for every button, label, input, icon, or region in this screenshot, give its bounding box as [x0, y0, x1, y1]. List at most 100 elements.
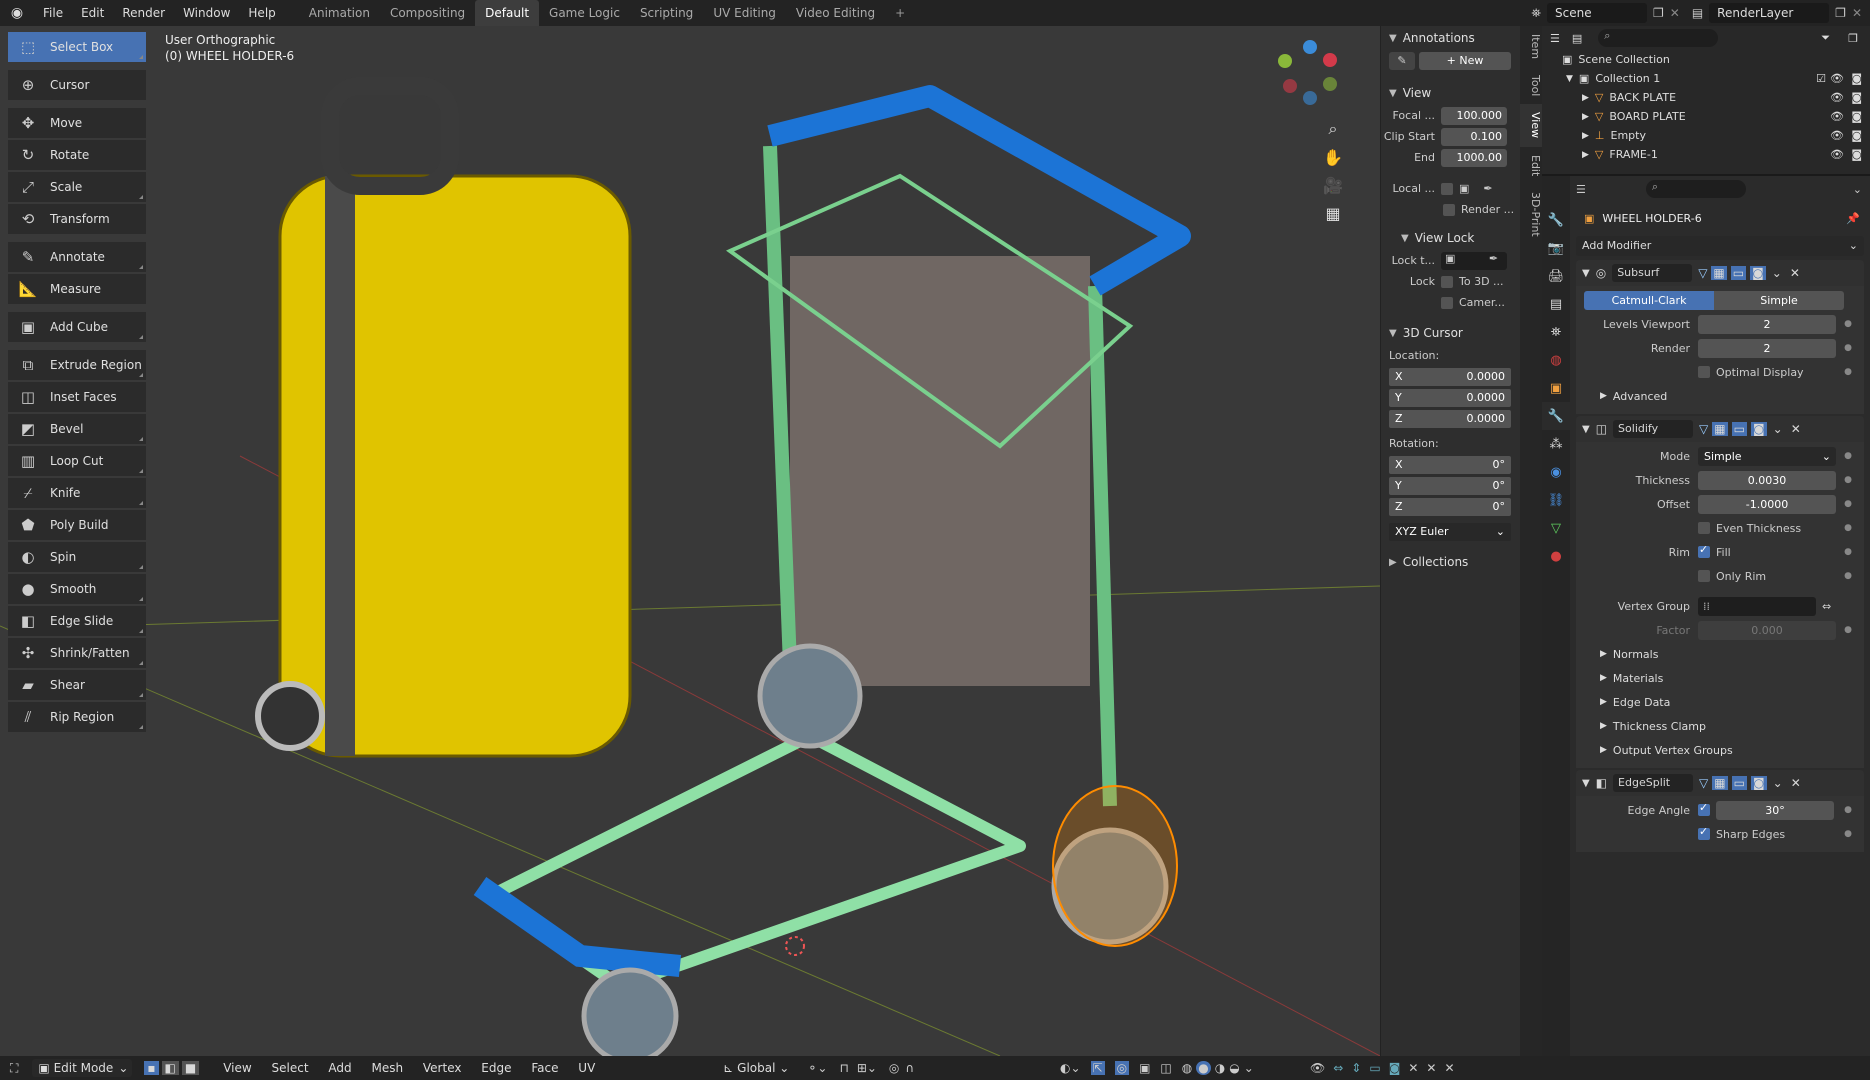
- tab-video-editing[interactable]: Video Editing: [786, 0, 885, 26]
- close-icon[interactable]: ✕: [1444, 1061, 1454, 1075]
- edge-data-subpanel[interactable]: ▶ Edge Data: [1576, 690, 1864, 714]
- face-select-icon[interactable]: ■: [181, 1061, 200, 1075]
- view-header[interactable]: ▼ View: [1381, 81, 1520, 105]
- keyframe-dot-icon[interactable]: ●: [1844, 475, 1852, 485]
- chevron-down-icon[interactable]: ⌄: [1772, 266, 1782, 280]
- falloff-icon[interactable]: ∩: [905, 1061, 914, 1075]
- keyframe-dot-icon[interactable]: ●: [1844, 319, 1852, 329]
- rotation-mode-dropdown[interactable]: XYZ Euler ⌄: [1389, 522, 1511, 541]
- fill-rim-checkbox[interactable]: [1698, 543, 1710, 558]
- catmull-clark-button[interactable]: Catmull-Clark: [1584, 290, 1714, 310]
- gizmo-toggle-icon[interactable]: ⇱: [1090, 1061, 1105, 1075]
- vertex-group-field[interactable]: ⁞⁞: [1698, 596, 1816, 616]
- menu-vertex[interactable]: Vertex: [415, 1061, 470, 1075]
- viewport-toggle-icon[interactable]: ▭: [1731, 422, 1747, 436]
- add-workspace-icon[interactable]: +: [885, 0, 915, 26]
- layer-close-icon[interactable]: ✕: [1852, 6, 1862, 20]
- tool-rip-region[interactable]: ⫽ Rip Region: [8, 702, 146, 734]
- tool-select-box[interactable]: ⬚ Select Box: [8, 32, 146, 64]
- annotations-header[interactable]: ▼ Annotations: [1381, 26, 1520, 50]
- modifier-props-icon[interactable]: 🔧: [1542, 402, 1570, 430]
- chevron-down-icon[interactable]: ⌄: [1773, 776, 1783, 790]
- tool-annotate[interactable]: ✎ Annotate: [8, 242, 146, 274]
- eye-icon[interactable]: 👁: [1830, 148, 1844, 161]
- new-annotation-button[interactable]: + New: [1419, 51, 1511, 70]
- xray-toggle-icon[interactable]: ◫: [1160, 1061, 1171, 1075]
- tab-3d-print[interactable]: 3D-Print: [1520, 184, 1542, 245]
- viewport-toggle-icon[interactable]: ▭: [1731, 776, 1747, 790]
- zoom-icon[interactable]: ⌕: [1320, 116, 1346, 142]
- menu-help[interactable]: Help: [239, 0, 284, 26]
- eyedropper-icon[interactable]: ✒: [1489, 252, 1498, 265]
- visibility-icon[interactable]: ◐⌄: [1060, 1061, 1081, 1075]
- camera-view-icon[interactable]: 🎥: [1320, 172, 1346, 198]
- only-rim-checkbox[interactable]: [1698, 570, 1710, 582]
- close-icon[interactable]: ✕: [1791, 776, 1801, 790]
- outliner-item-empty[interactable]: ▶ ⊥ Empty 👁 ◙: [1542, 126, 1870, 145]
- cursor-location-y[interactable]: Y 0.0000: [1389, 388, 1511, 407]
- tool-loop-cut[interactable]: ▥ Loop Cut: [8, 446, 146, 478]
- checkbox-icon[interactable]: ☑: [1816, 72, 1826, 85]
- tool-measure[interactable]: 📐 Measure: [8, 274, 146, 306]
- object-props-icon[interactable]: ▣: [1542, 374, 1570, 402]
- solid-shading-icon[interactable]: ●: [1196, 1061, 1211, 1075]
- tool-props-icon[interactable]: 🔧: [1542, 206, 1570, 234]
- edit-mode-toggle-icon[interactable]: ▽: [1699, 422, 1708, 436]
- tool-extrude-region[interactable]: ⧉ Extrude Region: [8, 350, 146, 382]
- chevron-down-icon[interactable]: ⌄: [1773, 422, 1783, 436]
- close-icon[interactable]: ✕: [1791, 422, 1801, 436]
- 3d-viewport[interactable]: User Orthographic (0) WHEEL HOLDER-6 ⌕ ✋…: [0, 26, 1380, 1056]
- output-vertex-groups-subpanel[interactable]: ▶ Output Vertex Groups: [1576, 738, 1864, 762]
- edge-angle-field[interactable]: 30°: [1716, 800, 1834, 820]
- physics-props-icon[interactable]: ◉: [1542, 458, 1570, 486]
- editor-type-icon[interactable]: ⛶: [10, 1061, 18, 1076]
- filter-icon[interactable]: ⏷: [1821, 31, 1830, 45]
- tool-transform[interactable]: ⟲ Transform: [8, 204, 146, 236]
- tool-scale[interactable]: ⤢ Scale: [8, 172, 146, 204]
- 3d-cursor-header[interactable]: ▼ 3D Cursor: [1381, 321, 1520, 345]
- render-region-checkbox[interactable]: [1443, 203, 1455, 216]
- levels-viewport-field[interactable]: 2: [1698, 314, 1836, 334]
- view-lock-header[interactable]: ▼ View Lock: [1381, 226, 1520, 250]
- close-icon[interactable]: ✕: [1426, 1061, 1436, 1075]
- data-props-icon[interactable]: ▽: [1542, 514, 1570, 542]
- menu-uv[interactable]: UV: [570, 1061, 603, 1075]
- layer-icon[interactable]: ▤: [1692, 6, 1703, 20]
- edgesplit-name-field[interactable]: EdgeSplit: [1613, 774, 1694, 792]
- props-search-input[interactable]: ⌕: [1645, 180, 1746, 198]
- cursor-location-z[interactable]: Z 0.0000: [1389, 409, 1511, 428]
- tool-cursor[interactable]: ⊕ Cursor: [8, 70, 146, 102]
- focal-length-field[interactable]: 100.000: [1441, 106, 1507, 125]
- editor-type-icon[interactable]: ☰: [1576, 183, 1586, 196]
- camera-icon[interactable]: ◙: [1851, 110, 1862, 123]
- materials-subpanel[interactable]: ▶ Materials: [1576, 666, 1864, 690]
- keyframe-dot-icon[interactable]: ●: [1844, 805, 1852, 815]
- scene-collection-row[interactable]: ▣ Scene Collection: [1542, 50, 1870, 69]
- factor-field[interactable]: 0.000: [1698, 620, 1836, 640]
- tab-animation[interactable]: Animation: [299, 0, 380, 26]
- constraints-props-icon[interactable]: ⛓: [1542, 486, 1570, 514]
- render-props-icon[interactable]: 📷: [1542, 234, 1570, 262]
- mode-dropdown[interactable]: ▣ Edit Mode ⌄: [32, 1059, 133, 1077]
- keyframe-dot-icon[interactable]: ●: [1844, 625, 1852, 635]
- editor-type-icon[interactable]: ☰: [1550, 32, 1560, 45]
- annotation-layer-icon[interactable]: ✎: [1389, 51, 1415, 70]
- lock-to-3d-cursor-checkbox[interactable]: [1441, 275, 1453, 288]
- keyframe-dot-icon[interactable]: ●: [1844, 571, 1852, 581]
- lock-object-field[interactable]: ▣ ✒: [1441, 251, 1507, 270]
- cursor-rotation-y[interactable]: Y 0°: [1389, 476, 1511, 495]
- sharp-edges-checkbox[interactable]: [1698, 825, 1710, 840]
- tool-shrink-fatten[interactable]: ✣ Shrink/Fatten: [8, 638, 146, 670]
- menu-select[interactable]: Select: [264, 1061, 317, 1075]
- outliner-item-board-plate[interactable]: ▶ ▽ BOARD PLATE 👁 ◙: [1542, 107, 1870, 126]
- blender-logo-icon[interactable]: ◉: [0, 5, 34, 21]
- solidify-name-field[interactable]: Solidify: [1613, 420, 1694, 438]
- new-collection-icon[interactable]: ❐: [1848, 32, 1858, 45]
- eye-icon[interactable]: 👁: [1830, 110, 1844, 123]
- layer-copy-icon[interactable]: ❐: [1835, 6, 1846, 20]
- edgesplit-modifier-header[interactable]: ▼ ◧ EdgeSplit ▽ ▦ ▭ ◙ ⌄ ✕: [1576, 770, 1864, 796]
- even-thickness-checkbox[interactable]: [1698, 522, 1710, 534]
- optimal-display-checkbox[interactable]: [1698, 366, 1710, 378]
- tool-add-cube[interactable]: ▣ Add Cube: [8, 312, 146, 344]
- edit-mode-toggle-icon[interactable]: ▽: [1699, 776, 1708, 790]
